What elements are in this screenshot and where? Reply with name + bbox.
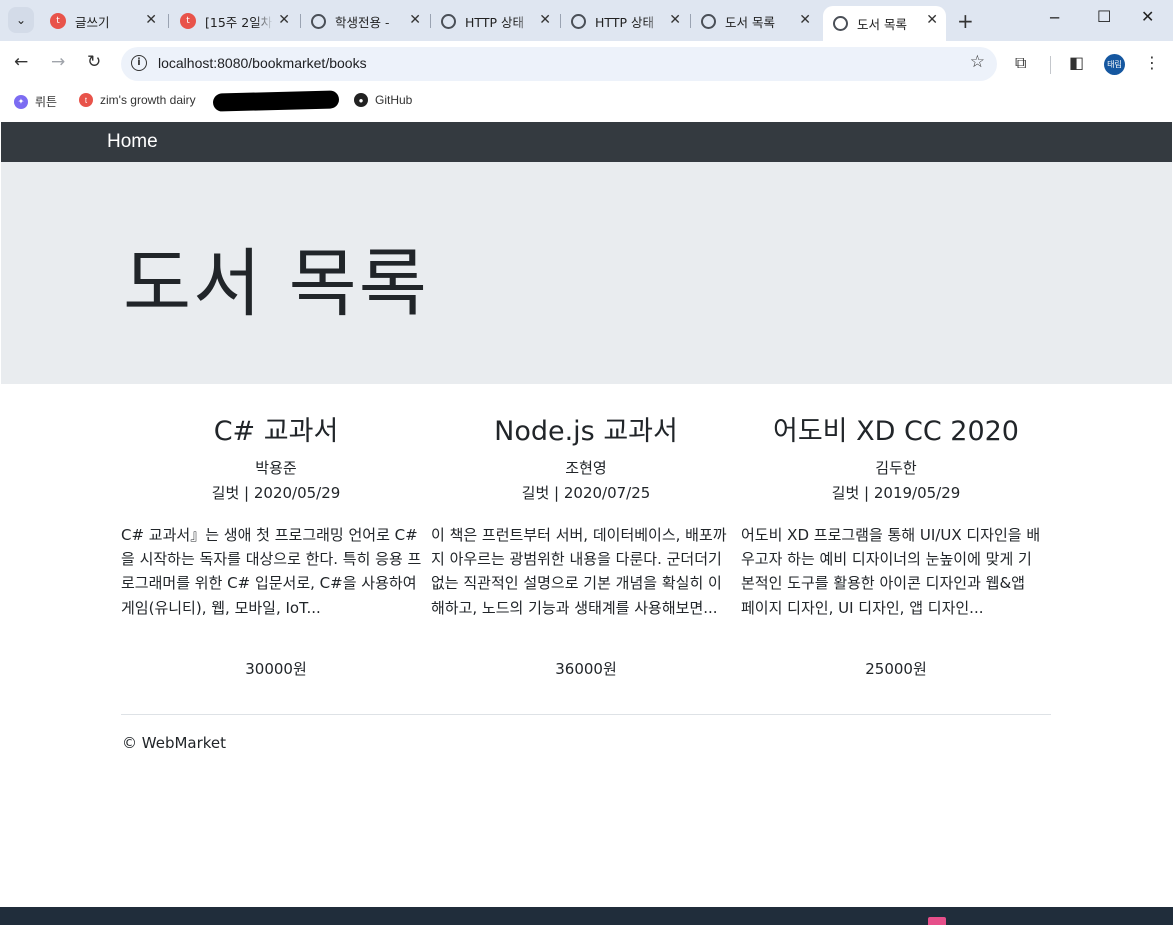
tistory-icon: t [180, 13, 196, 29]
bookmark-github[interactable]: ● GitHub [354, 93, 412, 107]
tab-label: 도서 목록 [857, 17, 907, 32]
tab-separator [168, 14, 169, 28]
tab-strip: ⌄ t 글쓰기 ✕ t [15주 2일차] ✕ 학생전용 - ✕ HTTP 상태… [0, 0, 1173, 41]
home-link[interactable]: Home [107, 131, 158, 153]
redacted-bookmark [212, 90, 340, 112]
bookmarks-bar: ✦ 뤼튼 t zim's growth dairy ● GitHub [0, 87, 1173, 122]
book-title: 어도비 XD CC 2020 [773, 416, 1019, 447]
taskbar [0, 907, 1173, 925]
bookmark-wrtn[interactable]: ✦ 뤼튼 [14, 93, 57, 110]
tab-2[interactable]: t [15주 2일차] ✕ [170, 6, 298, 36]
profile-avatar[interactable]: 태림 [1104, 54, 1125, 75]
globe-icon [701, 13, 716, 29]
close-icon[interactable]: ✕ [669, 12, 681, 28]
book-title: Node.js 교과서 [494, 416, 678, 447]
tistory-icon: t [79, 93, 93, 107]
book-price: 30000원 [245, 660, 307, 678]
globe-icon [571, 13, 586, 29]
plus-icon: + [957, 9, 974, 33]
tab-active[interactable]: 도서 목록 ✕ [823, 6, 946, 41]
arrow-left-icon: ← [14, 52, 29, 72]
book-description: 이 책은 프런트부터 서버, 데이터베이스, 배포까지 아우르는 광범위한 내용… [431, 526, 727, 617]
book-price: 36000원 [555, 660, 617, 678]
footer-divider [121, 714, 1051, 715]
web-page: Home 도서 목록 C# 교과서 박용준 길벗 | 2020/05/29 C#… [1, 122, 1172, 907]
minimize-button[interactable]: ─ [1050, 9, 1059, 27]
jumbotron: 도서 목록 [1, 162, 1172, 384]
book-description: C# 교과서』는 생애 첫 프로그래밍 언어로 C#을 시작하는 독자를 대상으… [121, 526, 422, 617]
new-tab-button[interactable]: + [957, 9, 974, 33]
globe-icon [441, 13, 456, 29]
forward-button[interactable]: → [51, 52, 65, 72]
wrtn-icon: ✦ [14, 94, 28, 109]
tab-label: HTTP 상태 [465, 14, 524, 30]
address-bar[interactable]: i localhost:8080/bookmarket/books ☆ [121, 47, 997, 81]
toolbar-separator [1050, 56, 1051, 74]
tab-3[interactable]: 학생전용 - ✕ [301, 6, 429, 36]
tistory-icon: t [50, 13, 66, 29]
url-text[interactable]: localhost:8080/bookmarket/books [158, 55, 367, 71]
book-price: 25000원 [865, 660, 927, 678]
book-publisher-date: 길벗 | 2019/05/29 [831, 484, 961, 502]
github-icon: ● [354, 93, 368, 107]
tab-4[interactable]: HTTP 상태 ✕ [431, 6, 559, 36]
menu-icon[interactable]: ⋮ [1144, 53, 1160, 72]
close-icon[interactable]: ✕ [539, 12, 551, 28]
back-button[interactable]: ← [14, 52, 28, 72]
bookmark-label: 뤼튼 [35, 95, 58, 109]
globe-icon [311, 13, 326, 29]
close-icon[interactable]: ✕ [926, 12, 938, 28]
tab-5[interactable]: HTTP 상태 ✕ [561, 6, 689, 36]
tab-label: 글쓰기 [75, 14, 110, 30]
close-icon[interactable]: ✕ [409, 12, 421, 28]
book-description: 어도비 XD 프로그램을 통해 UI/UX 디자인을 배우고자 하는 예비 디자… [741, 526, 1041, 617]
book-list: C# 교과서 박용준 길벗 | 2020/05/29 C# 교과서』는 생애 첫… [121, 412, 1051, 679]
maximize-button[interactable]: ☐ [1097, 7, 1111, 26]
reload-button[interactable]: ↻ [87, 52, 101, 72]
tab-6[interactable]: 도서 목록 ✕ [691, 6, 819, 36]
book-card: C# 교과서 박용준 길벗 | 2020/05/29 C# 교과서』는 생애 첫… [121, 412, 431, 679]
tray-app-icon[interactable] [928, 917, 946, 925]
extensions-icon[interactable]: ⧉ [1015, 53, 1026, 73]
tab-search-button[interactable]: ⌄ [8, 7, 34, 33]
system-tray [928, 917, 946, 925]
reload-icon: ↻ [87, 52, 102, 72]
browser-toolbar: ← → ↻ i localhost:8080/bookmarket/books … [0, 41, 1173, 87]
navbar: Home [1, 122, 1172, 162]
site-info-icon[interactable]: i [131, 55, 147, 71]
book-author: 조현영 [565, 459, 607, 477]
footer-copyright: © WebMarket [122, 734, 227, 752]
close-window-button[interactable]: ✕ [1141, 7, 1154, 26]
book-publisher-date: 길벗 | 2020/07/25 [521, 484, 651, 502]
bookmark-star-icon[interactable]: ☆ [970, 52, 985, 72]
bookmark-label: GitHub [375, 93, 413, 107]
book-author: 박용준 [255, 459, 297, 477]
close-icon[interactable]: ✕ [799, 12, 811, 28]
globe-icon [833, 16, 848, 31]
close-icon[interactable]: ✕ [278, 12, 290, 28]
footer: © WebMarket [122, 734, 226, 752]
tab-label: 학생전용 - [335, 14, 390, 30]
page-title: 도서 목록 [123, 241, 429, 327]
book-card: 어도비 XD CC 2020 김두한 길벗 | 2019/05/29 어도비 X… [741, 412, 1051, 679]
book-card: Node.js 교과서 조현영 길벗 | 2020/07/25 이 책은 프런트… [431, 412, 741, 679]
tab-1[interactable]: t 글쓰기 ✕ [40, 6, 165, 36]
tab-label: HTTP 상태 [595, 14, 654, 30]
bookmark-label: zim's growth dairy [100, 93, 196, 107]
close-icon[interactable]: ✕ [145, 12, 157, 28]
side-panel-icon[interactable]: ◧ [1069, 53, 1084, 72]
arrow-right-icon: → [51, 52, 66, 72]
bookmark-zim[interactable]: t zim's growth dairy [79, 93, 196, 107]
book-publisher-date: 길벗 | 2020/05/29 [211, 484, 341, 502]
tab-label: 도서 목록 [725, 14, 775, 30]
tab-label: [15주 2일차] [205, 14, 273, 30]
book-title: C# 교과서 [213, 416, 339, 447]
book-author: 김두한 [875, 459, 917, 477]
chevron-down-icon: ⌄ [15, 13, 27, 27]
